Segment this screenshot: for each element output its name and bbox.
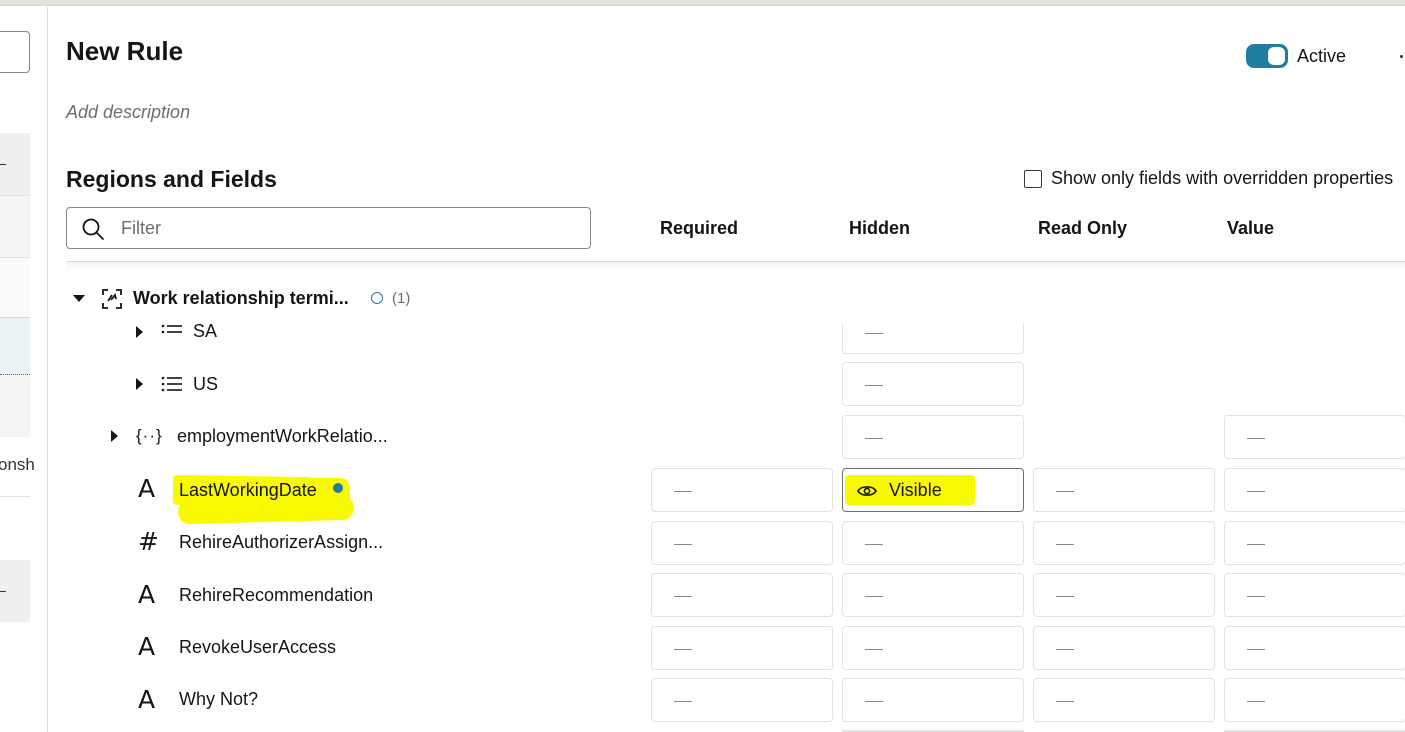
text-icon: A (138, 580, 156, 609)
required-cell[interactable] (651, 521, 833, 565)
read-only-cell[interactable] (1033, 678, 1215, 722)
list-icon (161, 376, 182, 392)
value-cell[interactable] (1224, 678, 1405, 722)
left-panel-item[interactable] (0, 257, 30, 317)
read-only-cell[interactable] (1033, 626, 1215, 670)
tree-row-label[interactable]: RehireAuthorizerAssign... (179, 532, 383, 553)
hidden-cell[interactable] (842, 573, 1024, 617)
left-panel-item[interactable] (0, 375, 30, 437)
tree-row-label[interactable]: SA (193, 323, 217, 342)
hidden-cell[interactable] (842, 521, 1024, 565)
left-panel-item[interactable] (0, 195, 30, 257)
value-cell[interactable] (1224, 573, 1405, 617)
read-only-cell[interactable] (1033, 521, 1215, 565)
expand-caret-icon[interactable] (136, 378, 143, 390)
active-label: Active (1297, 46, 1347, 66)
region-group-label[interactable]: Work relationship termi... (133, 288, 349, 309)
override-checkbox[interactable] (1024, 170, 1042, 188)
number-icon: # (138, 527, 159, 556)
page-title: New Rule (66, 36, 184, 66)
eye-icon (857, 486, 877, 496)
filter-input[interactable]: Filter (66, 207, 591, 249)
braces-icon: {··} (136, 426, 163, 445)
description-field[interactable]: Add description (66, 102, 190, 123)
left-panel-item[interactable] (0, 560, 30, 622)
left-panel-item-selected[interactable] (0, 317, 30, 375)
read-only-cell[interactable] (1033, 573, 1215, 617)
region-icon (102, 289, 122, 309)
left-panel-item[interactable] (0, 133, 30, 195)
hidden-cell[interactable] (842, 362, 1024, 406)
column-value: Value (1227, 218, 1275, 238)
value-cell[interactable] (1224, 468, 1405, 512)
tree-row-label[interactable]: RevokeUserAccess (179, 637, 336, 658)
text-icon: A (138, 632, 156, 661)
more-actions-icon[interactable] (1400, 55, 1403, 58)
hidden-value: Visible (889, 480, 942, 500)
column-required: Required (660, 218, 739, 238)
tree-row-label[interactable]: LastWorkingDate (179, 480, 317, 501)
read-only-cell[interactable] (1033, 468, 1215, 512)
top-bar (0, 0, 1405, 6)
hidden-cell[interactable]: Visible (842, 468, 1024, 512)
expand-caret-icon[interactable] (136, 326, 143, 338)
filter-placeholder: Filter (121, 218, 161, 238)
required-cell[interactable] (651, 468, 833, 512)
toggle-knob (1268, 47, 1285, 65)
left-panel-partial-text: onsh (0, 455, 35, 474)
override-indicator-icon (371, 292, 383, 304)
modified-indicator-icon (333, 483, 343, 493)
tree-row-label[interactable]: RehireRecommendation (179, 585, 373, 606)
column-read-only: Read Only (1038, 218, 1128, 238)
tree-row-label[interactable]: US (193, 374, 218, 395)
required-cell[interactable] (651, 678, 833, 722)
required-cell[interactable] (651, 573, 833, 617)
column-hidden: Hidden (849, 218, 910, 238)
hidden-cell[interactable] (842, 323, 1024, 354)
hidden-cell[interactable] (842, 415, 1024, 459)
value-cell[interactable] (1224, 415, 1405, 459)
value-cell[interactable] (1224, 521, 1405, 565)
section-title: Regions and Fields (66, 166, 277, 192)
required-cell[interactable] (651, 626, 833, 670)
region-group-count: (1) (392, 290, 411, 307)
hidden-cell[interactable] (842, 626, 1024, 670)
text-icon: A (138, 685, 156, 714)
left-panel-input[interactable] (0, 31, 30, 73)
tree-row-label[interactable]: employmentWorkRelatio... (177, 426, 388, 447)
left-panel: onsh (0, 7, 48, 732)
hidden-cell[interactable] (842, 678, 1024, 722)
list-icon (161, 324, 182, 334)
override-checkbox-label: Show only fields with overridden propert… (1051, 168, 1394, 188)
text-icon: A (138, 474, 156, 503)
active-toggle[interactable] (1246, 44, 1288, 68)
tree-row-label[interactable]: Why Not? (179, 689, 258, 710)
search-icon (82, 218, 104, 240)
expand-caret-icon[interactable] (111, 430, 118, 442)
fields-list: SA US {··} employmentWorkRelatio... A La… (48, 323, 1405, 732)
value-cell[interactable] (1224, 626, 1405, 670)
collapse-caret-icon[interactable] (73, 295, 85, 302)
